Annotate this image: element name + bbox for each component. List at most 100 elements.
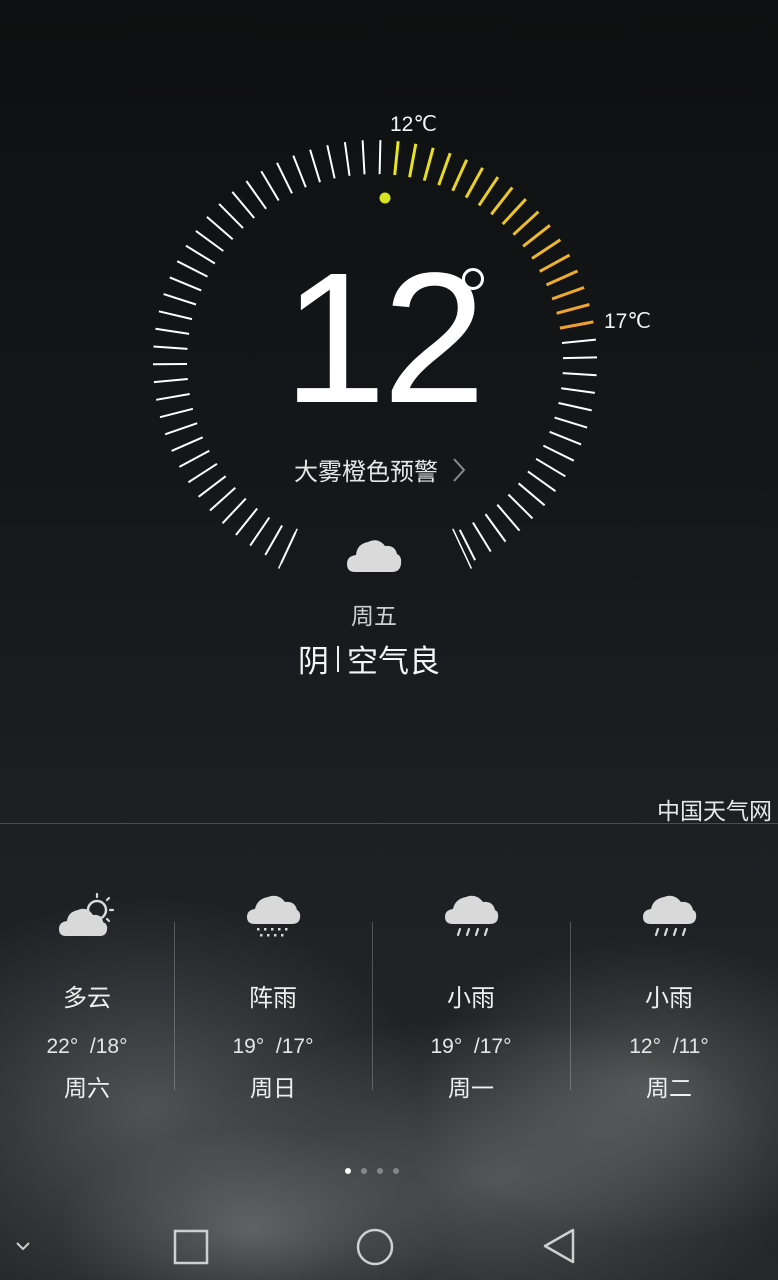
dial-tick <box>527 470 557 493</box>
dial-tick <box>195 230 224 252</box>
dial-tick <box>156 393 190 401</box>
forecast-high: 22° <box>46 1035 79 1058</box>
dial-tick <box>549 430 582 446</box>
dial-tick <box>517 482 546 507</box>
forecast-list: 多云 22° /18° 周六 阵雨 19° /17° 周日 小雨 19° /17… <box>0 880 778 1120</box>
forecast-day: 周一 <box>448 1076 494 1102</box>
forecast-low: /18° <box>89 1035 128 1058</box>
dial-tick <box>501 198 527 226</box>
dial-tick <box>221 497 247 524</box>
dial-tick <box>538 253 571 273</box>
current-temp-marker <box>379 192 391 204</box>
dial-tick <box>458 529 476 561</box>
dial-tick <box>163 293 197 306</box>
navigation-bar <box>0 1214 778 1280</box>
dial-tick <box>264 525 283 556</box>
dial-tick <box>197 475 227 498</box>
dial-tick <box>178 449 210 468</box>
dial-tick <box>159 407 194 419</box>
warning-text: 大雾橙色预警 <box>294 458 438 486</box>
dial-tick <box>551 286 585 301</box>
dial-tick <box>554 416 588 429</box>
cloudy-icon <box>347 540 402 572</box>
forecast-condition: 小雨 <box>447 984 495 1012</box>
forecast-temps: 22° /18° <box>0 1035 174 1059</box>
dial-tick <box>512 210 540 236</box>
dial-tick <box>522 224 551 248</box>
dial-tick <box>153 378 188 384</box>
forecast-low: /17° <box>473 1035 512 1058</box>
forecast-item[interactable]: 小雨 19° /17° 周一 <box>372 880 570 1110</box>
page-dot[interactable] <box>377 1168 383 1174</box>
weather-warning-link[interactable]: 大雾橙色预警 <box>294 452 466 487</box>
dial-tick <box>260 170 280 202</box>
dial-tick <box>545 269 579 287</box>
light-rain-icon <box>445 895 499 937</box>
dial-tick <box>235 507 258 536</box>
back-icon[interactable] <box>540 1226 580 1266</box>
dial-tick <box>490 186 514 216</box>
forecast-day: 周二 <box>646 1076 692 1102</box>
dial-tick <box>542 444 575 462</box>
dial-tick <box>561 338 596 344</box>
forecast-day: 周日 <box>250 1076 296 1102</box>
dial-tick <box>437 152 452 186</box>
dial-tick <box>361 140 366 175</box>
page-dot[interactable] <box>345 1168 351 1174</box>
dial-tick <box>496 504 521 532</box>
dial-tick <box>484 513 507 543</box>
forecast-low: /17° <box>275 1035 314 1058</box>
dial-tick <box>158 310 193 321</box>
home-icon[interactable] <box>355 1227 395 1267</box>
forecast-item[interactable]: 阵雨 19° /17° 周日 <box>174 880 372 1110</box>
dial-tick <box>561 387 595 394</box>
chevron-right-icon <box>453 457 466 482</box>
dial-tick <box>187 462 218 484</box>
dial-tick <box>378 140 382 175</box>
dial-tick <box>326 144 336 179</box>
partly-cloudy-icon <box>59 892 115 936</box>
page-dot[interactable] <box>361 1168 367 1174</box>
forecast-temps: 19° /17° <box>174 1035 372 1059</box>
light-rain-icon <box>643 895 697 937</box>
dial-tick <box>231 191 255 219</box>
dial-end-tick <box>277 528 298 569</box>
dial-tick <box>558 402 592 412</box>
dial-tick <box>507 493 534 520</box>
separator <box>337 645 339 672</box>
dial-tick <box>155 327 190 335</box>
dial-tick <box>472 521 492 553</box>
forecast-temps: 12° /11° <box>570 1035 768 1059</box>
dial-tick <box>556 303 590 315</box>
forecast-item[interactable]: 多云 22° /18° 周六 <box>0 880 174 1110</box>
forecast-temps: 19° /17° <box>372 1035 570 1059</box>
dial-tick <box>408 143 418 178</box>
forecast-day: 周六 <box>64 1076 110 1102</box>
dial-tick <box>559 320 594 330</box>
forecast-condition: 多云 <box>63 984 111 1012</box>
dial-tick <box>276 162 293 194</box>
dial-tick <box>292 155 307 188</box>
dial-tick <box>393 141 400 176</box>
today-day: 周五 <box>351 604 397 630</box>
dial-tick <box>422 147 435 181</box>
dial-tick <box>153 345 188 350</box>
page-indicator <box>345 1168 399 1174</box>
dial-tick <box>164 422 198 436</box>
dial-tick <box>531 238 562 260</box>
page-dot[interactable] <box>393 1168 399 1174</box>
dial-tick <box>169 276 202 292</box>
dial-tick <box>464 167 484 199</box>
forecast-low: /11° <box>672 1035 709 1058</box>
forecast-high: 19° <box>232 1035 265 1058</box>
shower-icon <box>247 895 301 937</box>
forecast-condition: 阵雨 <box>249 984 297 1012</box>
chevron-down-icon[interactable] <box>12 1238 34 1254</box>
forecast-item[interactable]: 小雨 12° /11° 周二 <box>570 880 768 1110</box>
dial-tick <box>451 159 469 192</box>
dial-tick <box>171 436 204 452</box>
today-condition: 阴 <box>298 644 329 680</box>
dial-tick <box>249 516 271 547</box>
min-temp-label: 12℃ <box>390 113 437 136</box>
recent-apps-icon[interactable] <box>172 1228 210 1266</box>
